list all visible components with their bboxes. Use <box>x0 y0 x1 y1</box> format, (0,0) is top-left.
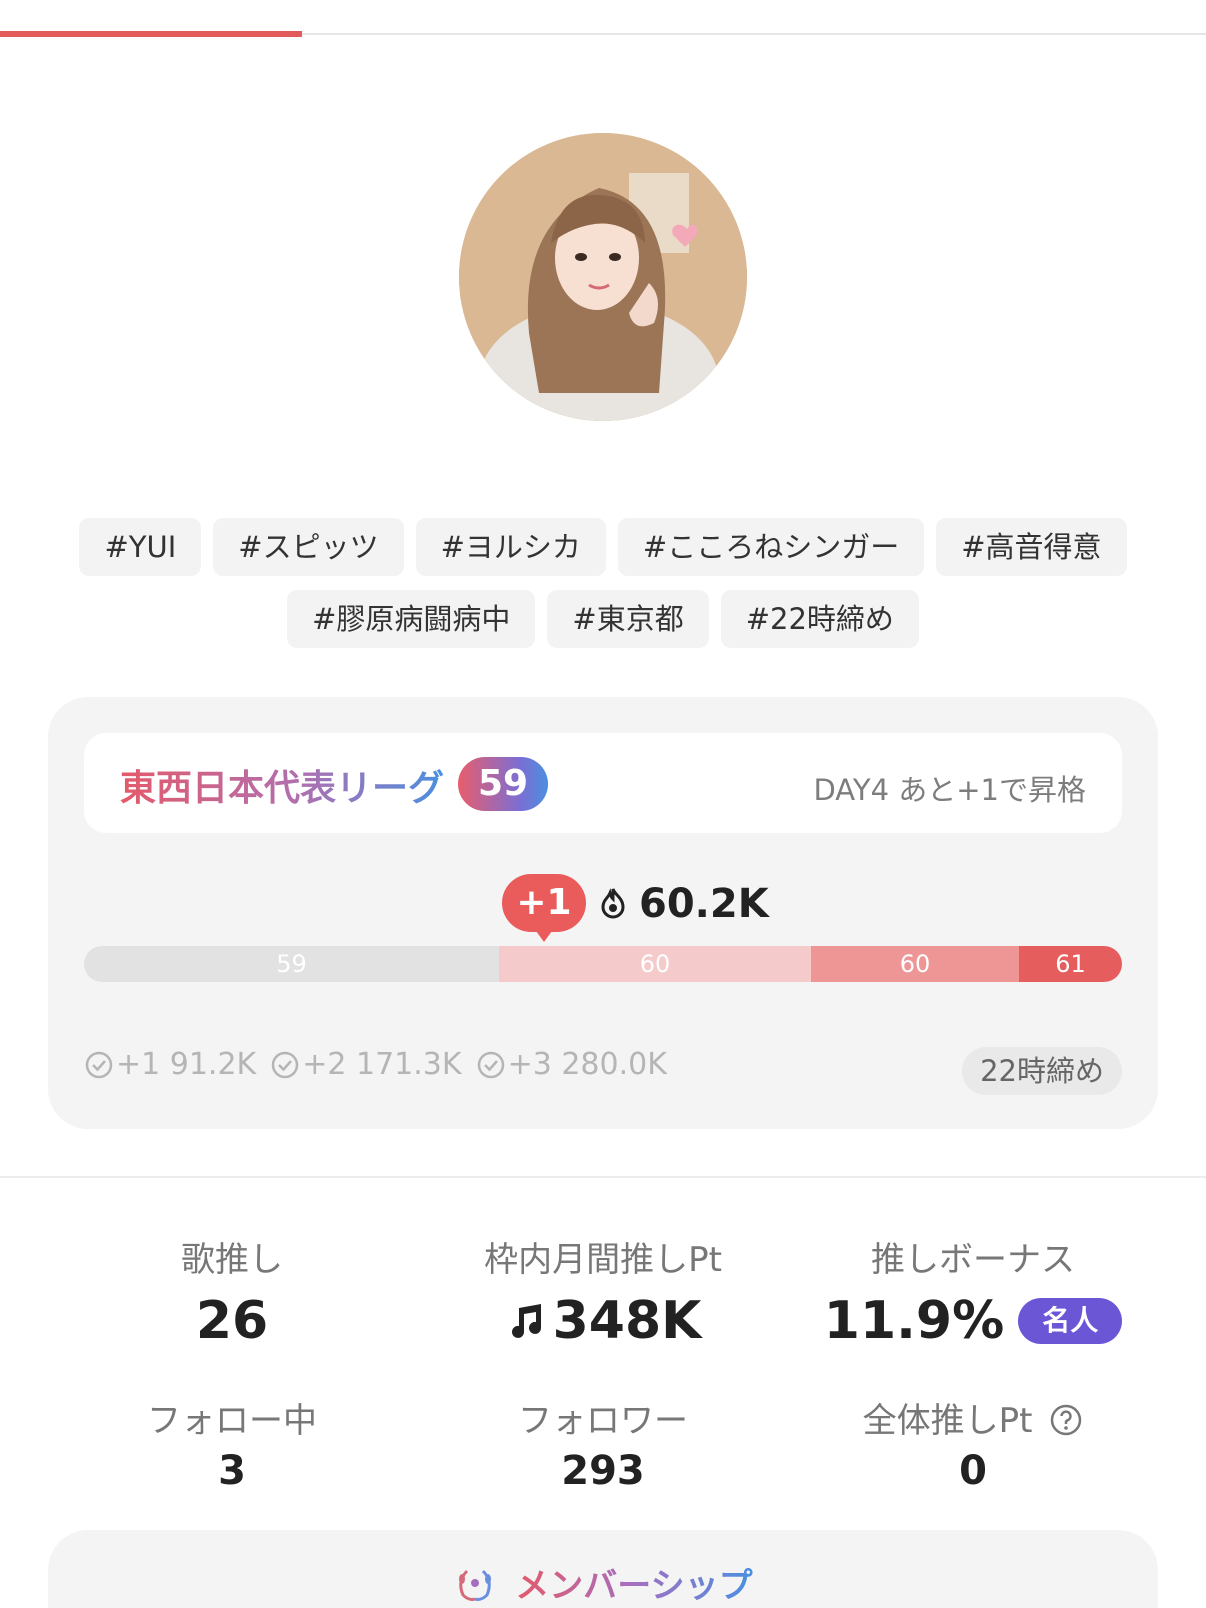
stat-label: 全体推しPt <box>862 1401 1033 1441</box>
tag-chip[interactable]: #YUI <box>79 518 202 576</box>
stat-value: 0 <box>959 1448 987 1494</box>
league-rank-badge: 59 <box>458 757 548 811</box>
rank-segment: 61 <box>1019 946 1122 982</box>
league-status: DAY4 あと+1で昇格 <box>813 773 1086 807</box>
promotion-bubble: +1 <box>502 874 586 942</box>
threshold-list: +1 91.2K +2 171.3K +3 280.0K <box>84 1047 667 1082</box>
league-card[interactable]: 東西日本代表リーグ 59 DAY4 あと+1で昇格 +1 60.2K 59 60… <box>48 697 1158 1129</box>
membership-title: メンバーシップ <box>515 1566 753 1606</box>
threshold-item: +1 91.2K <box>84 1047 256 1082</box>
stat-label: 枠内月間推しPt <box>484 1240 722 1280</box>
tag-chip[interactable]: #膠原病闘病中 <box>287 590 536 648</box>
tag-chip[interactable]: #ヨルシカ <box>415 518 606 576</box>
stat-label: フォロワー <box>518 1401 688 1441</box>
stat-followers[interactable]: フォロワー 293 <box>413 1393 793 1494</box>
threshold-text: +1 91.2K <box>116 1047 257 1082</box>
music-note-icon <box>511 1304 541 1338</box>
avatar-image <box>459 133 747 421</box>
help-icon[interactable] <box>1049 1403 1083 1437</box>
rank-segment: 59 <box>84 946 499 982</box>
tag-chip[interactable]: #高音得意 <box>936 518 1127 576</box>
stat-value-row: 348K <box>413 1291 793 1351</box>
check-circle-icon <box>271 1051 299 1078</box>
avatar[interactable] <box>459 133 747 421</box>
stat-value: 348K <box>552 1291 702 1351</box>
stat-value: 293 <box>561 1448 645 1494</box>
stat-total-pt[interactable]: 全体推しPt 0 <box>783 1393 1163 1494</box>
check-circle-icon <box>477 1051 504 1078</box>
deadline-badge: 22時締め <box>962 1047 1122 1095</box>
threshold-item: +2 171.3K <box>270 1047 462 1082</box>
membership-card[interactable]: メンバーシップ <box>48 1530 1158 1608</box>
tag-chip[interactable]: #スピッツ <box>213 518 404 576</box>
stat-label-row: 全体推しPt <box>783 1393 1163 1442</box>
section-divider <box>0 1176 1206 1178</box>
stat-bonus[interactable]: 推しボーナス 11.9% 名人 <box>783 1232 1163 1351</box>
stat-value-row: 11.9% 名人 <box>783 1291 1163 1351</box>
tag-chip[interactable]: #22時締め <box>720 590 919 648</box>
league-points: 60.2K <box>639 881 769 927</box>
stat-value: 11.9% <box>823 1291 1005 1351</box>
stat-following[interactable]: フォロー中 3 <box>42 1393 422 1494</box>
tags-row-2: #膠原病闘病中 #東京都 #22時締め <box>0 590 1206 648</box>
progress-fill <box>0 31 302 37</box>
stat-label: 歌推し <box>181 1240 283 1280</box>
league-header[interactable]: 東西日本代表リーグ 59 DAY4 あと+1で昇格 <box>84 733 1122 833</box>
rank-title-badge: 名人 <box>1018 1298 1123 1344</box>
tag-chip[interactable]: #こころねシンガー <box>617 518 925 576</box>
threshold-text: +3 280.0K <box>507 1047 667 1082</box>
stat-label: 推しボーナス <box>871 1240 1075 1280</box>
rank-segment: 60 <box>499 946 811 982</box>
stat-song-oshi[interactable]: 歌推し 26 <box>42 1232 422 1351</box>
top-progress-bar <box>0 30 1206 38</box>
threshold-text: +2 171.3K <box>302 1047 462 1082</box>
rank-progress-bar: 59 60 60 61 <box>84 946 1122 982</box>
threshold-item: +3 280.0K <box>476 1047 667 1082</box>
laurel-icon <box>459 1569 492 1601</box>
stat-monthly-pt[interactable]: 枠内月間推しPt 348K <box>413 1232 793 1351</box>
check-circle-icon <box>85 1051 113 1078</box>
stat-value: 26 <box>195 1291 269 1351</box>
membership-title-row: メンバーシップ <box>48 1558 1158 1607</box>
tags-row-1: #YUI #スピッツ #ヨルシカ #こころねシンガー #高音得意 <box>0 518 1206 576</box>
stat-value: 3 <box>218 1448 246 1494</box>
stat-label: フォロー中 <box>147 1401 317 1441</box>
rank-segment: 60 <box>811 946 1019 982</box>
tag-chip[interactable]: #東京都 <box>547 590 709 648</box>
league-name: 東西日本代表リーグ <box>120 759 444 811</box>
fire-icon <box>601 888 625 919</box>
